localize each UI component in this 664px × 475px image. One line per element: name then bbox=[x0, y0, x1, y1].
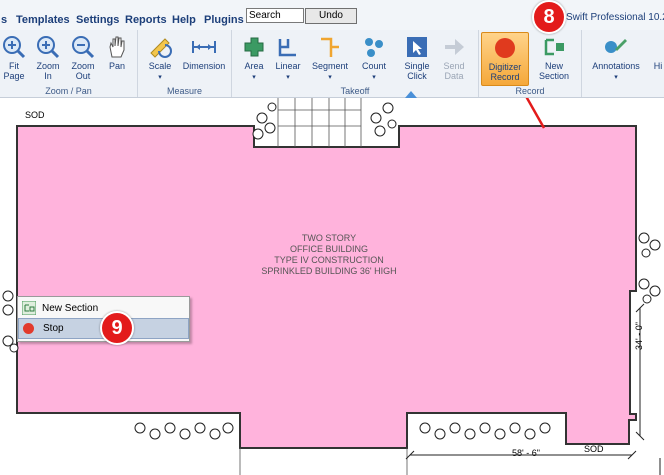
hi-label: Hi bbox=[653, 61, 663, 71]
hand-icon bbox=[109, 36, 125, 58]
fit-page-icon bbox=[3, 36, 26, 59]
scale-button[interactable]: Scale ▾ bbox=[138, 32, 182, 84]
annotations-button[interactable]: Annotations ▾ bbox=[588, 32, 644, 84]
hi-button[interactable]: Hi bbox=[648, 32, 664, 84]
fit-page-label: Fit Page bbox=[3, 61, 25, 81]
new-section-button[interactable]: New Section bbox=[531, 32, 577, 84]
scale-label: Scale bbox=[148, 61, 172, 71]
floor-plan-drawing bbox=[2, 98, 661, 475]
count-dropdown-icon: ▾ bbox=[372, 74, 376, 81]
arrow-right-icon bbox=[445, 39, 464, 55]
sod-label-bottom: SOD bbox=[584, 444, 604, 454]
hi-icon bbox=[648, 32, 664, 61]
callout-badge-8: 8 bbox=[532, 0, 566, 34]
group-label-measure: Measure bbox=[166, 86, 202, 96]
callout-badge-9: 9 bbox=[100, 311, 134, 345]
digitizer-record-button[interactable]: Digitizer Record bbox=[481, 32, 529, 86]
building-line-1: TWO STORY bbox=[301, 233, 357, 243]
app-title: Swift Professional 10.2 bbox=[566, 12, 664, 23]
group-label-zoom-pan: Zoom / Pan bbox=[45, 86, 92, 96]
undo-button[interactable]: Undo bbox=[305, 8, 357, 24]
area-icon bbox=[244, 37, 264, 57]
single-click-icon bbox=[407, 37, 427, 57]
count-label: Count bbox=[361, 61, 387, 71]
count-button[interactable]: Count ▾ bbox=[352, 32, 396, 84]
callout-8-arrow bbox=[525, 98, 546, 129]
group-record: Digitizer Record New Section Record bbox=[479, 30, 582, 97]
building-outline bbox=[16, 125, 637, 449]
search-input[interactable] bbox=[246, 8, 304, 23]
group-zoom-pan: Fit Page Zoom In Zoom Out Pan Zoom / Pan bbox=[0, 30, 138, 97]
menu-item-plugins[interactable]: Plugins bbox=[204, 14, 244, 26]
send-data-label: Send Data bbox=[443, 61, 465, 81]
group-measure: Scale ▾ Dimension Measure bbox=[138, 30, 232, 97]
count-icon bbox=[365, 38, 383, 57]
scale-dropdown-icon: ▾ bbox=[158, 74, 162, 81]
building-line-3: TYPE IV CONSTRUCTION bbox=[274, 255, 384, 265]
building-line-4: SPRINKLED BUILDING 36' HIGH bbox=[261, 266, 397, 276]
dimension-icon bbox=[192, 41, 216, 53]
scale-icon bbox=[150, 38, 172, 58]
menu-item-help[interactable]: Help bbox=[172, 14, 196, 26]
segment-icon bbox=[321, 37, 339, 57]
linear-button[interactable]: Linear ▾ bbox=[266, 32, 310, 84]
send-data-button[interactable]: Send Data bbox=[432, 32, 476, 84]
drawing-canvas[interactable]: SOD SOD 58' - 6" 34' - 0" bbox=[0, 98, 664, 475]
group-label-takeoff: Takeoff bbox=[340, 86, 370, 96]
new-section-label: New Section bbox=[538, 61, 570, 81]
digitizer-record-label: Digitizer Record bbox=[488, 62, 522, 82]
menu-item-reports[interactable]: Reports bbox=[125, 14, 167, 26]
linear-icon bbox=[278, 39, 296, 57]
context-menu-new-section[interactable]: New Section bbox=[18, 299, 187, 318]
pan-label: Pan bbox=[108, 61, 125, 71]
new-section-icon bbox=[22, 301, 36, 315]
segment-dropdown-icon: ▾ bbox=[328, 74, 332, 81]
zoom-out-icon bbox=[72, 36, 95, 59]
new-section-icon bbox=[544, 38, 564, 56]
menu-item-templates[interactable]: Templates bbox=[16, 14, 70, 26]
zoom-in-label: Zoom In bbox=[36, 61, 60, 81]
linear-dropdown-icon: ▾ bbox=[286, 74, 290, 81]
sod-label-top: SOD bbox=[25, 110, 45, 120]
menu-item-settings[interactable]: Settings bbox=[76, 14, 119, 26]
dimension-label: Dimension bbox=[182, 61, 226, 71]
menu-item-tools[interactable]: s bbox=[1, 14, 7, 26]
group-label-record: Record bbox=[515, 86, 545, 96]
context-menu-stop-label: Stop bbox=[43, 323, 64, 334]
record-icon bbox=[495, 38, 515, 58]
context-menu-new-section-label: New Section bbox=[42, 303, 99, 314]
building-description: TWO STORY OFFICE BUILDING TYPE IV CONSTR… bbox=[214, 233, 444, 277]
dimension-right-label: 34' - 0" bbox=[634, 322, 644, 350]
dimension-bottom-label: 58' - 6" bbox=[512, 448, 540, 458]
ribbon-collapse-marker bbox=[405, 91, 417, 98]
zoom-out-label: Zoom Out bbox=[71, 61, 95, 81]
pan-button[interactable]: Pan bbox=[95, 32, 139, 84]
group-annotations: Annotations ▾ Hi bbox=[582, 30, 664, 97]
linear-label: Linear bbox=[275, 61, 301, 71]
segment-label: Segment bbox=[311, 61, 349, 71]
zoom-in-icon bbox=[37, 36, 60, 59]
annotations-icon bbox=[605, 39, 627, 53]
ribbon-toolbar: Fit Page Zoom In Zoom Out Pan Zoom / Pan… bbox=[0, 30, 664, 98]
single-click-label: Single Click bbox=[404, 61, 430, 81]
area-label: Area bbox=[244, 61, 264, 71]
record-icon bbox=[23, 323, 34, 334]
annotations-dropdown-icon: ▾ bbox=[614, 74, 618, 81]
segment-button[interactable]: Segment ▾ bbox=[308, 32, 352, 84]
annotations-label: Annotations bbox=[592, 61, 640, 71]
area-dropdown-icon: ▾ bbox=[252, 74, 256, 81]
building-line-2: OFFICE BUILDING bbox=[289, 244, 368, 254]
dimension-button[interactable]: Dimension bbox=[180, 32, 228, 84]
group-takeoff: Area ▾ Linear ▾ Segment ▾ Count ▾ Single Cli… bbox=[232, 30, 479, 97]
